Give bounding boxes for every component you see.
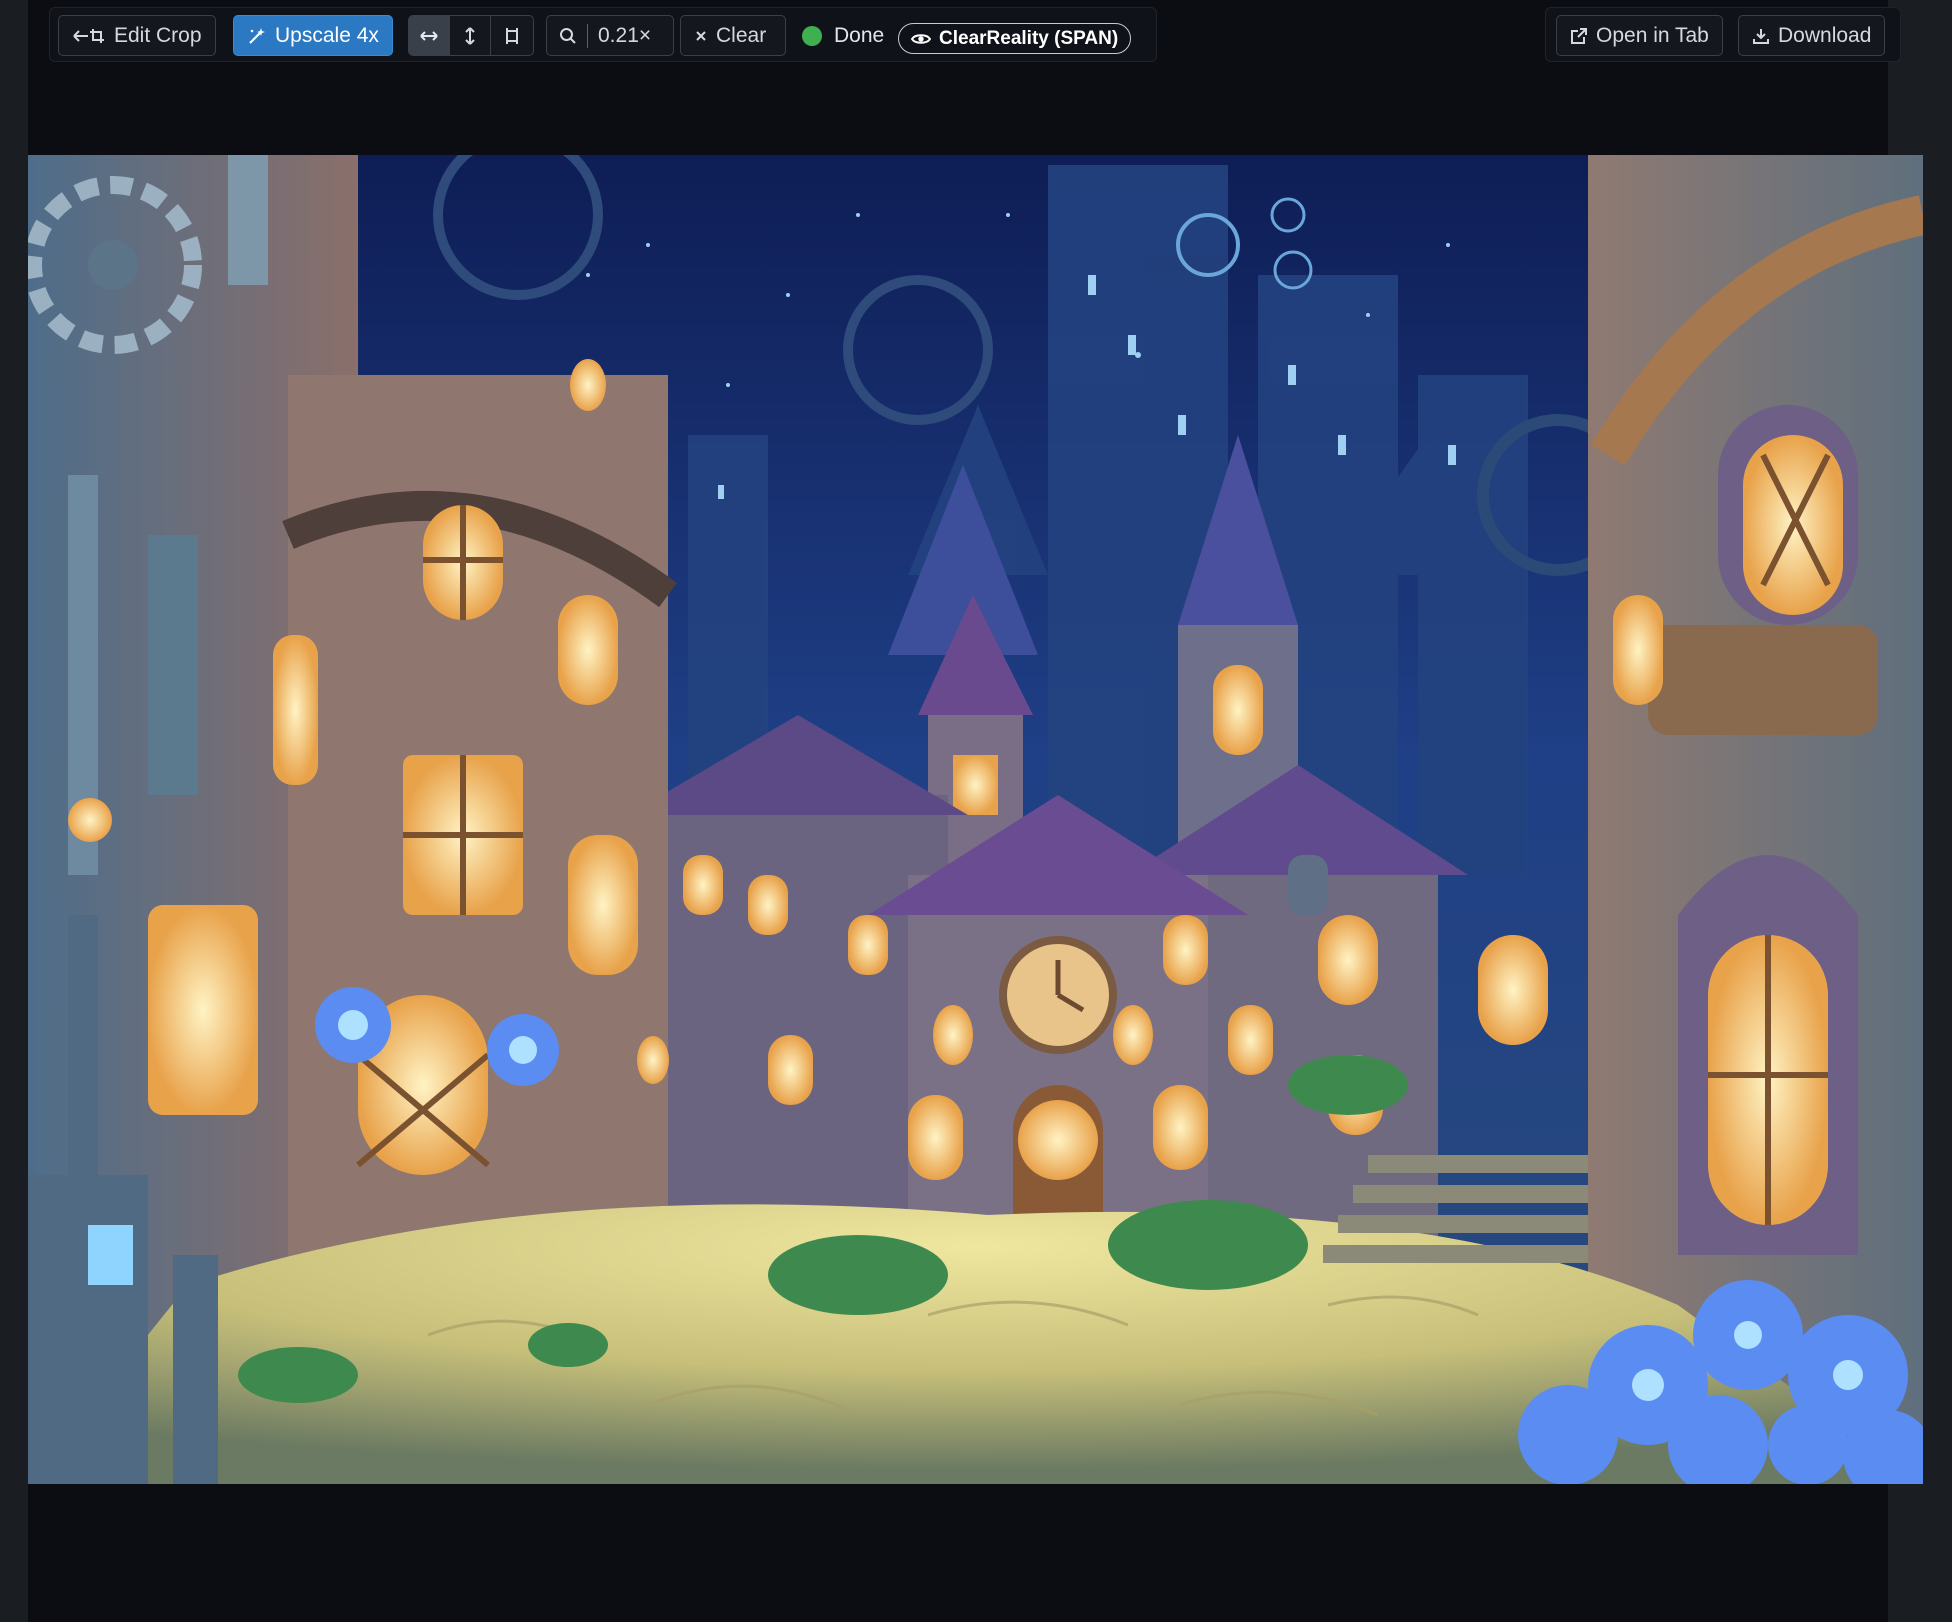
fantasy-town-illustration (28, 155, 1923, 1484)
download-label: Download (1778, 23, 1872, 47)
zoom-divider (587, 23, 588, 48)
upscaled-image-preview[interactable] (28, 155, 1923, 1484)
edit-crop-button[interactable]: Edit Crop (58, 15, 216, 56)
download-icon (1752, 27, 1770, 45)
open-in-tab-label: Open in Tab (1596, 23, 1709, 47)
zoom-value: 0.21× (598, 23, 652, 47)
clear-button[interactable]: Clear (680, 15, 786, 56)
fit-width-button[interactable] (409, 16, 450, 55)
status-dot (802, 25, 822, 46)
fit-height-button[interactable] (450, 16, 491, 55)
zoom-control[interactable]: 0.21× (546, 15, 674, 56)
download-button[interactable]: Download (1738, 15, 1886, 56)
model-label: ClearReality (SPAN) (939, 27, 1119, 49)
magic-wand-icon (247, 26, 267, 46)
export-toolbar: Open in Tab Download (1545, 7, 1901, 62)
actual-size-button[interactable] (491, 16, 532, 55)
crop-back-icon (72, 26, 106, 46)
vertical-arrows-icon (465, 26, 475, 45)
open-in-tab-button[interactable]: Open in Tab (1556, 15, 1723, 56)
image-toolbar: Edit Crop Upscale 4x 0.21× Clear Done Cl… (49, 7, 1157, 62)
fit-mode-group (408, 15, 534, 56)
status-indicator: Done (802, 15, 884, 56)
edit-crop-label: Edit Crop (114, 23, 202, 47)
upscale-label: Upscale 4x (275, 23, 379, 47)
upscale-button[interactable]: Upscale 4x (233, 15, 393, 56)
frame-icon (505, 27, 518, 44)
clear-label: Clear (716, 23, 767, 47)
model-badge[interactable]: ClearReality (SPAN) (898, 23, 1132, 54)
status-text: Done (834, 23, 885, 47)
external-link-icon (1570, 27, 1588, 45)
close-icon (694, 29, 708, 43)
search-icon (559, 27, 577, 45)
horizontal-arrows-icon (420, 30, 438, 41)
eye-icon (911, 31, 931, 47)
